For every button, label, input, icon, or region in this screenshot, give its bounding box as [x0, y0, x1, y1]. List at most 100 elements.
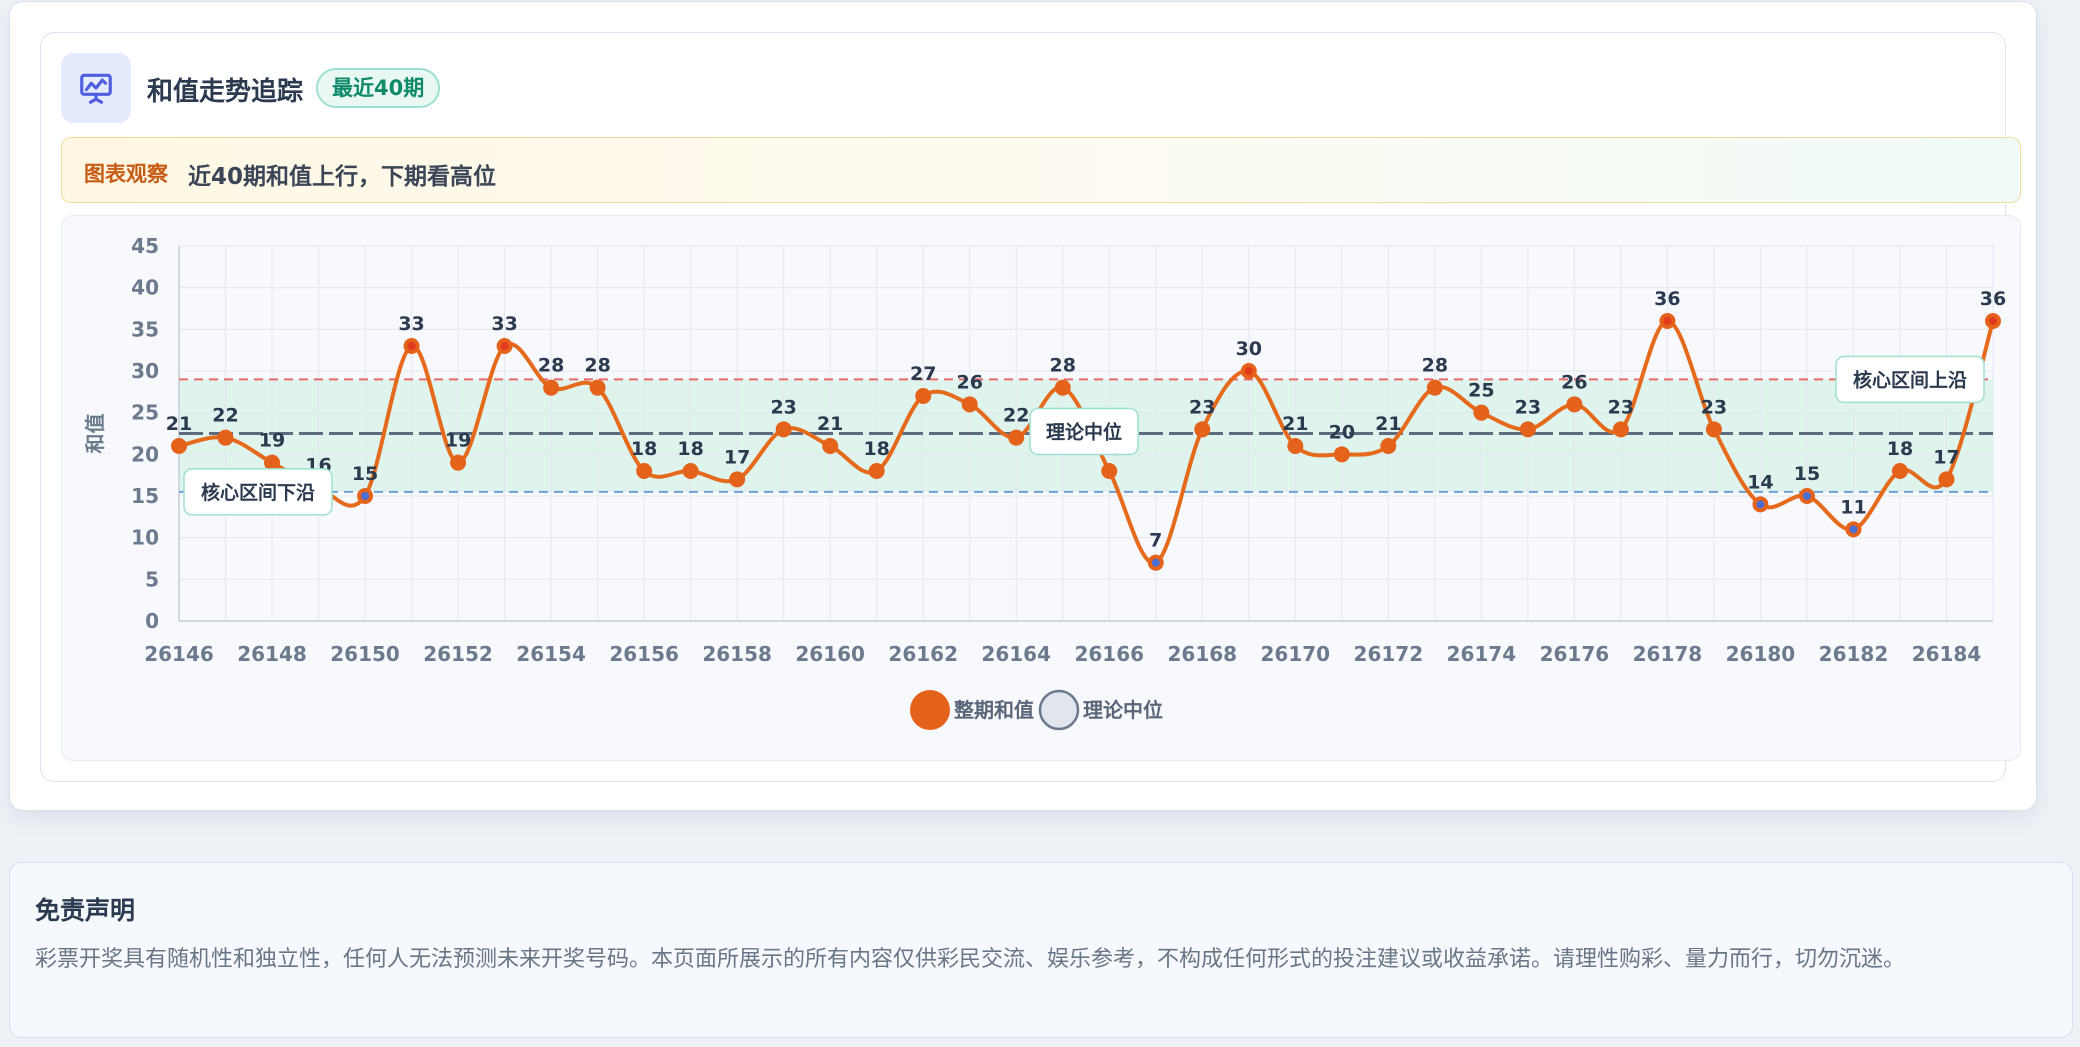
- data-label: 20: [1329, 421, 1355, 443]
- data-label: 18: [631, 438, 657, 460]
- data-point: [961, 396, 978, 413]
- data-label: 11: [1840, 496, 1866, 518]
- x-tick-label: 26182: [1819, 642, 1889, 666]
- data-point: [729, 471, 746, 488]
- y-tick-label: 25: [131, 401, 159, 425]
- data-label: 33: [398, 313, 424, 335]
- period-badge: 最近40期: [316, 68, 441, 108]
- insight-text: 近40期和值上行，下期看高位: [188, 164, 497, 190]
- data-label: 21: [1375, 413, 1401, 435]
- data-point: [450, 454, 467, 471]
- x-tick-label: 26184: [1912, 642, 1982, 666]
- data-point: [1705, 421, 1722, 438]
- data-label: 28: [1050, 355, 1076, 377]
- median-reference-label: 理论中位: [1046, 421, 1122, 444]
- data-label: 28: [538, 355, 564, 377]
- presentation-chart-icon: [61, 53, 131, 123]
- data-label: 25: [1468, 380, 1494, 402]
- data-label: 18: [863, 438, 889, 460]
- data-point: [1008, 429, 1025, 446]
- data-label: 36: [1980, 288, 2006, 310]
- data-point: [636, 463, 653, 479]
- data-label: 19: [445, 430, 471, 452]
- x-tick-label: 26158: [702, 642, 772, 666]
- data-point-marker: [407, 342, 416, 350]
- data-label: 23: [770, 396, 796, 418]
- data-point: [1891, 463, 1908, 479]
- data-label: 14: [1747, 471, 1773, 493]
- x-tick-label: 26166: [1074, 642, 1144, 666]
- data-label: 28: [1422, 355, 1448, 377]
- x-tick-label: 26156: [609, 642, 679, 666]
- data-label: 15: [1794, 463, 1820, 485]
- x-tick-label: 26152: [423, 642, 493, 666]
- data-point: [1938, 471, 1955, 488]
- data-point: [1612, 421, 1629, 438]
- trend-panel: 和值走势追踪 最近40期 图表观察 近40期和值上行，下期看高位 0 5 10 15 2…: [9, 1, 2037, 811]
- data-label: 17: [724, 446, 750, 468]
- data-label: 23: [1608, 396, 1634, 418]
- data-point: [1054, 379, 1071, 396]
- data-point-marker: [1244, 367, 1253, 375]
- x-tick-label: 26154: [516, 642, 586, 666]
- data-point-marker: [1151, 558, 1160, 567]
- x-tick-label: 26148: [237, 642, 307, 666]
- legend-swatch-median: [1038, 689, 1080, 731]
- y-tick-label: 30: [131, 359, 159, 383]
- data-point: [1194, 421, 1211, 438]
- disclaimer-text: 彩票开奖具有随机性和独立性，任何人无法预测未来开奖号码。本页面所展示的所有内容仅…: [35, 947, 1906, 972]
- sum-trend-chart: 0 5 10 15 20 25 30 35 40 45 26146 26148 26150 26152 26…: [83, 234, 2006, 731]
- x-tick-label: 26180: [1726, 642, 1796, 666]
- y-tick-label: 40: [131, 276, 159, 300]
- y-axis-title: 和值: [83, 414, 107, 454]
- data-point: [543, 379, 560, 396]
- data-point-marker: [500, 342, 509, 350]
- data-point-marker: [1663, 317, 1672, 325]
- legend-label-median: 理论中位: [1083, 698, 1163, 722]
- data-point: [822, 438, 839, 454]
- legend-swatch-sum: [910, 690, 950, 730]
- legend-label-sum: 整期和值: [953, 698, 1034, 722]
- y-tick-label: 5: [145, 567, 159, 591]
- insight-banner: 图表观察 近40期和值上行，下期看高位: [61, 137, 2021, 203]
- data-label: 23: [1701, 396, 1727, 418]
- data-point: [1566, 396, 1583, 413]
- x-tick-label: 26168: [1167, 642, 1237, 666]
- data-label: 33: [491, 313, 517, 335]
- data-label: 19: [259, 430, 285, 452]
- data-label: 21: [166, 413, 192, 435]
- data-label: 36: [1654, 288, 1680, 310]
- x-tick-label: 26174: [1447, 642, 1517, 666]
- data-label: 23: [1189, 396, 1215, 418]
- x-tick-label: 26170: [1261, 642, 1331, 666]
- data-label: 30: [1236, 338, 1262, 360]
- data-point: [915, 388, 932, 404]
- data-point: [1287, 438, 1304, 454]
- data-label: 23: [1515, 396, 1541, 418]
- x-tick-label: 26178: [1633, 642, 1703, 666]
- data-point-marker: [1989, 317, 1997, 325]
- data-point: [1333, 446, 1350, 463]
- lower-reference-label: 核心区间下沿: [201, 481, 315, 504]
- data-label: 17: [1933, 446, 1959, 468]
- data-point-marker: [361, 492, 370, 500]
- x-tick-label: 26162: [888, 642, 958, 666]
- y-tick-label: 0: [145, 609, 159, 633]
- data-label: 28: [584, 355, 610, 377]
- data-point: [589, 379, 606, 396]
- x-tick-label: 26172: [1354, 642, 1424, 666]
- data-label: 18: [677, 438, 703, 460]
- x-tick-label: 26146: [144, 642, 214, 666]
- x-tick-label: 26176: [1540, 642, 1610, 666]
- y-tick-label: 10: [131, 526, 159, 550]
- y-tick-label: 45: [131, 234, 159, 258]
- data-point: [1473, 404, 1490, 421]
- y-tick-label: 35: [131, 317, 159, 341]
- x-tick-label: 26164: [981, 642, 1051, 666]
- data-label: 26: [956, 371, 982, 393]
- data-point: [868, 463, 885, 479]
- data-point: [171, 438, 187, 454]
- disclaimer-panel: 免责声明 彩票开奖具有随机性和独立性，任何人无法预测未来开奖号码。本页面所展示的…: [9, 862, 2073, 1038]
- data-point-marker: [1756, 500, 1765, 509]
- data-point: [775, 421, 792, 438]
